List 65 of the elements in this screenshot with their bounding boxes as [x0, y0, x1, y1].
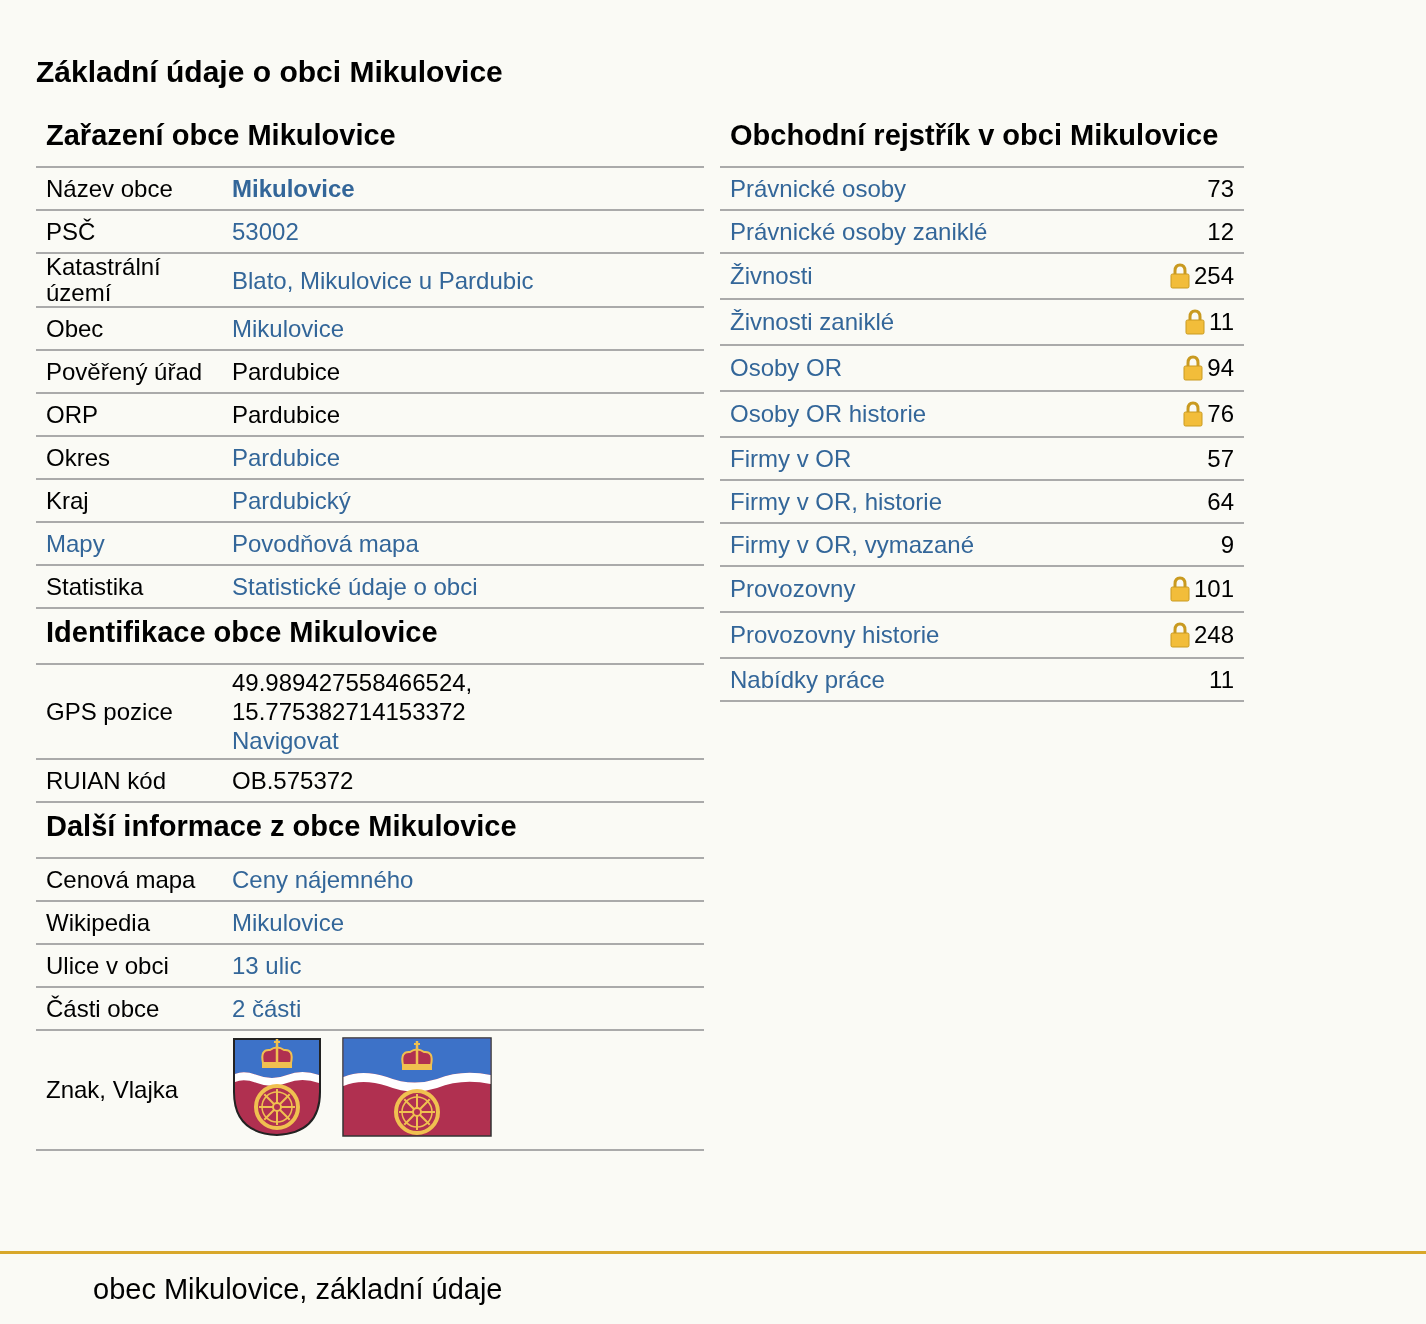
- count: 12: [1207, 217, 1234, 246]
- register-link[interactable]: Osoby OR historie: [730, 400, 927, 428]
- register-link[interactable]: Firmy v OR, historie: [730, 487, 942, 516]
- footer-text: obec Mikulovice, základní údaje: [93, 1272, 503, 1306]
- count: 73: [1207, 174, 1234, 203]
- register-link[interactable]: Živnosti zaniklé: [730, 308, 895, 336]
- value-link[interactable]: Mikulovice: [232, 174, 355, 203]
- count: 94: [1207, 354, 1234, 382]
- value-link[interactable]: Statistické údaje o obci: [232, 572, 478, 601]
- value-link[interactable]: 53002: [232, 217, 299, 246]
- row-label: Ulice v obci: [45, 952, 170, 979]
- row-label: Kraj: [45, 487, 90, 514]
- row-label: GPS pozice: [45, 698, 174, 725]
- count: 248: [1193, 621, 1234, 649]
- register-link[interactable]: Firmy v OR: [730, 444, 852, 473]
- page-title: Základní údaje o obci Mikulovice: [36, 54, 504, 90]
- value-text: 15.775382714153372: [232, 697, 467, 726]
- section-heading: Další informace z obce Mikulovice: [36, 803, 704, 859]
- row-label: RUIAN kód: [45, 767, 168, 794]
- value-text: OB.575372: [232, 766, 354, 795]
- row-label: Statistika: [45, 573, 145, 600]
- section-heading: Identifikace obce Mikulovice: [36, 609, 704, 665]
- register-link[interactable]: Právnické osoby zaniklé: [730, 217, 988, 246]
- register-link[interactable]: Osoby OR: [730, 354, 843, 382]
- row-label: Okres: [45, 444, 111, 471]
- count: 64: [1207, 487, 1234, 516]
- section-heading: Zařazení obce Mikulovice: [36, 112, 704, 168]
- row-label: Wikipedia: [45, 909, 152, 936]
- section-heading: Obchodní rejstřík v obci Mikulovice: [720, 112, 1244, 168]
- register-link[interactable]: Provozovny: [730, 575, 856, 603]
- row-label: Katastrální území: [45, 254, 162, 306]
- count: 11: [1209, 665, 1234, 694]
- register-link[interactable]: Nabídky práce: [730, 665, 885, 694]
- register-link[interactable]: Právnické osoby: [730, 174, 907, 203]
- row-label: Části obce: [45, 995, 161, 1022]
- row-label: ORP: [45, 401, 99, 428]
- value-link[interactable]: Mikulovice: [232, 908, 345, 937]
- value-link[interactable]: 13 ulic: [232, 951, 302, 980]
- row-label: Pověřený úřad: [45, 358, 204, 385]
- value-text: Pardubice: [232, 400, 341, 429]
- count: 101: [1193, 575, 1234, 603]
- count: 76: [1207, 400, 1234, 428]
- register-link[interactable]: Firmy v OR, vymazané: [730, 530, 975, 559]
- register-link[interactable]: Provozovny historie: [730, 621, 940, 649]
- row-label: Název obce: [45, 175, 174, 202]
- value-link[interactable]: Povodňová mapa: [232, 529, 419, 558]
- count: 57: [1207, 444, 1234, 473]
- value-link[interactable]: Pardubický: [232, 486, 351, 515]
- value-link[interactable]: Blato, Mikulovice u Pardubic: [232, 265, 534, 295]
- value-link[interactable]: Pardubice: [232, 443, 341, 472]
- register-link[interactable]: Živnosti: [730, 262, 813, 290]
- label-link[interactable]: Mapy: [46, 529, 105, 557]
- value-link[interactable]: Ceny nájemného: [232, 865, 414, 894]
- row-label: Znak, Vlajka: [45, 1077, 180, 1103]
- value-link[interactable]: 2 části: [232, 994, 302, 1023]
- count: 9: [1220, 530, 1234, 559]
- value-link[interactable]: Navigovat: [232, 726, 473, 755]
- count: 11: [1209, 308, 1234, 336]
- row-label: Obec: [45, 315, 105, 342]
- row-label: Cenová mapa: [45, 866, 197, 893]
- count: 254: [1193, 262, 1234, 290]
- value-text: Pardubice: [232, 357, 341, 386]
- row-label: PSČ: [45, 218, 97, 245]
- value-text: 49.989427558466524,: [232, 668, 473, 697]
- value-link[interactable]: Mikulovice: [232, 314, 345, 343]
